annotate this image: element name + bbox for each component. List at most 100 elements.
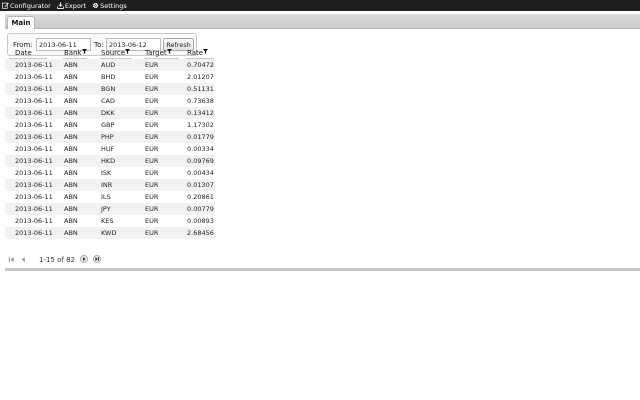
column-header-date[interactable]: Date <box>15 49 32 57</box>
table-row[interactable]: 2013-06-11 ABN CAD EUR 0.73638 <box>5 95 215 107</box>
cell-source: DKK <box>101 109 115 117</box>
cell-bank: ABN <box>64 73 78 81</box>
cell-date: 2013-06-11 <box>15 169 53 177</box>
cell-bank: ABN <box>64 181 78 189</box>
next-page-button[interactable] <box>80 255 88 263</box>
configurator-label: Configurator <box>10 1 51 10</box>
table-row[interactable]: 2013-06-11 ABN BGN EUR 0.51131 <box>5 83 215 95</box>
column-header-rate[interactable]: Rate <box>187 49 209 57</box>
next-page-icon <box>80 255 88 263</box>
cell-source: BGN <box>101 85 116 93</box>
cell-source: KES <box>101 217 114 225</box>
cell-date: 2013-06-11 <box>15 193 53 201</box>
cell-source: PHP <box>101 133 114 141</box>
cell-bank: ABN <box>64 133 78 141</box>
column-header-bank[interactable]: Bank <box>64 49 87 57</box>
table-row[interactable]: 2013-06-11 ABN AUD EUR 0.70472 <box>5 59 215 71</box>
cell-rate: 0.70472 <box>187 61 214 69</box>
cell-date: 2013-06-11 <box>15 157 53 165</box>
cell-rate: 0.20861 <box>187 193 214 201</box>
tab-main[interactable]: Main <box>7 16 35 29</box>
column-header-label: Source <box>101 49 126 57</box>
funnel-icon[interactable] <box>81 49 87 54</box>
first-page-button[interactable] <box>7 255 15 263</box>
cell-bank: ABN <box>64 109 78 117</box>
cell-target: EUR <box>145 133 159 141</box>
cell-date: 2013-06-11 <box>15 217 53 225</box>
cell-rate: 0.01779 <box>187 133 214 141</box>
cell-date: 2013-06-11 <box>15 181 53 189</box>
table-row[interactable]: 2013-06-11 ABN KWD EUR 2.68456 <box>5 227 215 239</box>
gear-icon <box>92 2 99 9</box>
rates-grid: Date Bank Source Target Rate 2013-06-11 A… <box>5 47 215 239</box>
cell-bank: ABN <box>64 157 78 165</box>
table-row[interactable]: 2013-06-11 ABN DKK EUR 0.13412 <box>5 107 215 119</box>
cell-target: EUR <box>145 145 159 153</box>
table-row[interactable]: 2013-06-11 ABN ISK EUR 0.00434 <box>5 167 215 179</box>
funnel-icon[interactable] <box>166 49 172 54</box>
funnel-icon[interactable] <box>203 49 209 54</box>
cell-source: ISK <box>101 169 112 177</box>
first-page-icon <box>8 256 14 262</box>
table-row[interactable]: 2013-06-11 ABN GBP EUR 1.17302 <box>5 119 215 131</box>
cell-target: EUR <box>145 181 159 189</box>
configurator-button[interactable]: Configurator <box>2 2 51 10</box>
cell-bank: ABN <box>64 85 78 93</box>
last-page-icon <box>93 255 101 263</box>
table-row[interactable]: 2013-06-11 ABN PHP EUR 0.01779 <box>5 131 215 143</box>
cell-source: BHD <box>101 73 116 81</box>
cell-rate: 1.17302 <box>187 121 214 129</box>
table-row[interactable]: 2013-06-11 ABN ILS EUR 0.20861 <box>5 191 215 203</box>
cell-date: 2013-06-11 <box>15 61 53 69</box>
cell-source: CAD <box>101 97 115 105</box>
export-button[interactable]: Export <box>57 2 86 10</box>
grid-header: Date Bank Source Target Rate <box>5 47 215 59</box>
column-header-target[interactable]: Target <box>145 49 172 57</box>
cell-target: EUR <box>145 97 159 105</box>
cell-source: ILS <box>101 193 111 201</box>
cell-bank: ABN <box>64 61 78 69</box>
cell-rate: 2.68456 <box>187 229 214 237</box>
prev-page-button[interactable] <box>19 255 27 263</box>
table-row[interactable]: 2013-06-11 ABN JPY EUR 0.00779 <box>5 203 215 215</box>
cell-bank: ABN <box>64 169 78 177</box>
cell-source: INR <box>101 181 113 189</box>
prev-page-icon <box>21 256 25 262</box>
grid-body: 2013-06-11 ABN AUD EUR 0.70472 2013-06-11 ABN B… <box>5 59 215 239</box>
column-header-source[interactable]: Source <box>101 49 131 57</box>
table-row[interactable]: 2013-06-11 ABN KES EUR 0.00893 <box>5 215 215 227</box>
cell-target: EUR <box>145 169 159 177</box>
cell-bank: ABN <box>64 217 78 225</box>
settings-button[interactable]: Settings <box>92 2 127 10</box>
last-page-button[interactable] <box>93 255 101 263</box>
table-row[interactable]: 2013-06-11 ABN HKD EUR 0.09769 <box>5 155 215 167</box>
tab-strip: Main <box>5 14 640 29</box>
table-row[interactable]: 2013-06-11 ABN INR EUR 0.01307 <box>5 179 215 191</box>
cell-bank: ABN <box>64 229 78 237</box>
column-header-label: Target <box>145 49 167 57</box>
cell-date: 2013-06-11 <box>15 205 53 213</box>
cell-source: JPY <box>101 205 111 213</box>
page-info: 1-15 of 82 <box>39 256 75 264</box>
table-row[interactable]: 2013-06-11 ABN HUF EUR 0.00334 <box>5 143 215 155</box>
cell-rate: 0.00334 <box>187 145 214 153</box>
funnel-icon[interactable] <box>125 49 131 54</box>
cell-target: EUR <box>145 85 159 93</box>
export-label: Export <box>64 1 87 10</box>
column-header-label: Rate <box>187 49 204 57</box>
download-icon <box>57 2 64 9</box>
cell-bank: ABN <box>64 97 78 105</box>
column-header-label: Bank <box>64 49 82 57</box>
cell-target: EUR <box>145 109 159 117</box>
cell-date: 2013-06-11 <box>15 97 53 105</box>
cell-rate: 0.51131 <box>187 85 214 93</box>
pencil-icon <box>2 2 9 9</box>
settings-label: Settings <box>100 1 127 10</box>
column-header-label: Date <box>15 49 32 57</box>
cell-source: KWD <box>101 229 117 237</box>
cell-source: HUF <box>101 145 115 153</box>
cell-date: 2013-06-11 <box>15 229 53 237</box>
table-row[interactable]: 2013-06-11 ABN BHD EUR 2.01207 <box>5 71 215 83</box>
cell-rate: 0.09769 <box>187 157 214 165</box>
cell-target: EUR <box>145 193 159 201</box>
